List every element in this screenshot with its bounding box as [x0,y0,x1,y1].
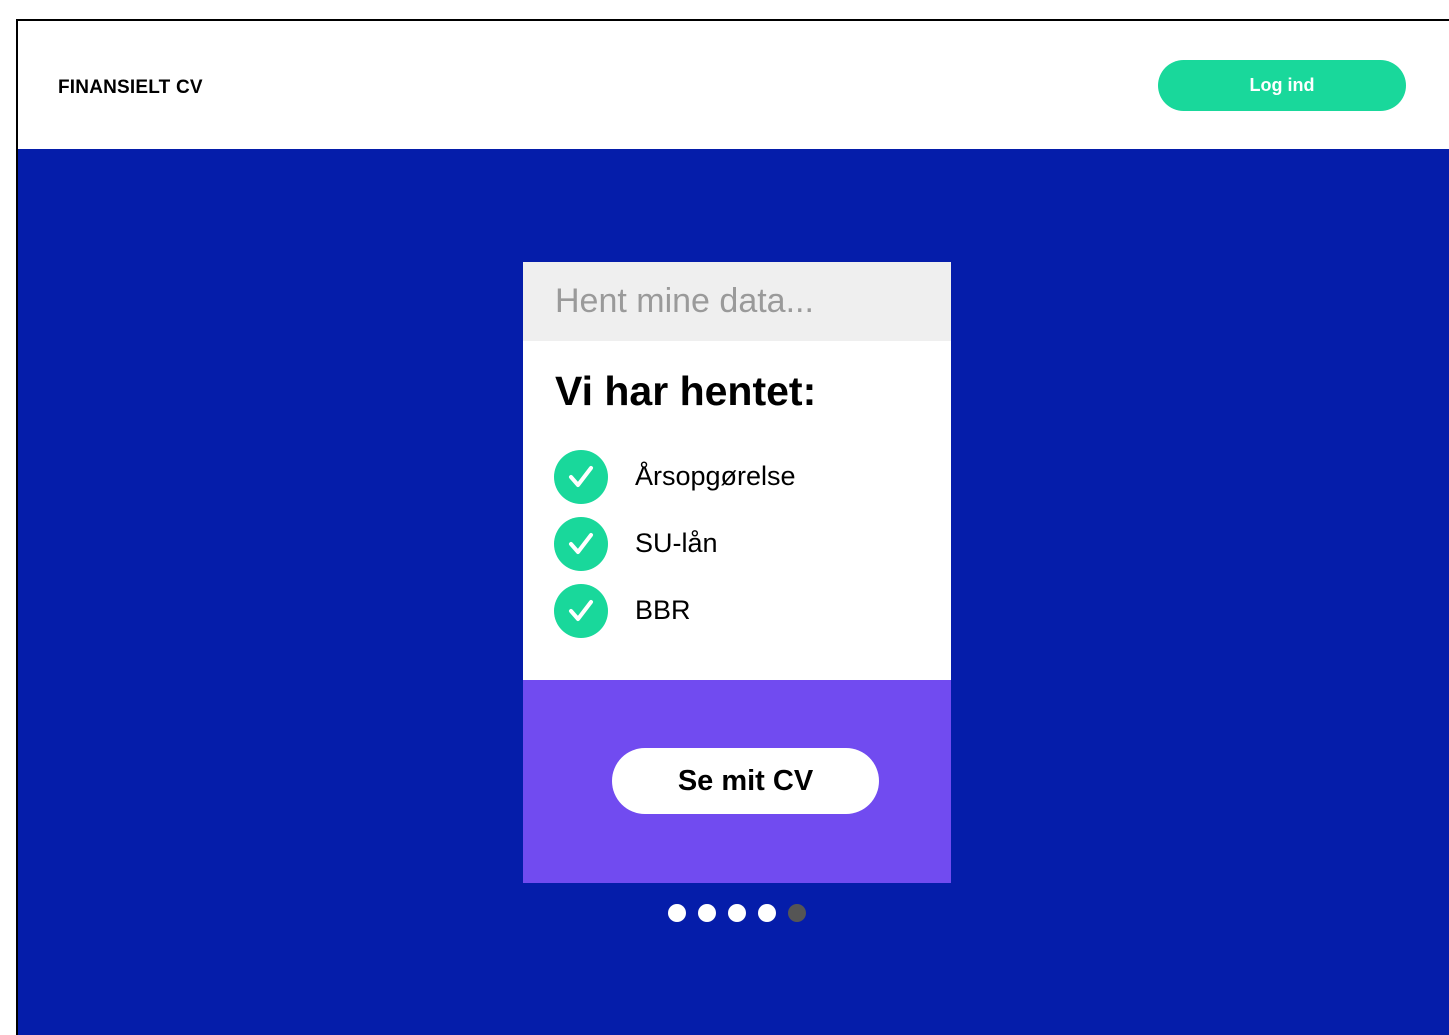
carousel-dot[interactable] [698,904,716,922]
list-item-label: Årsopgørelse [635,461,796,491]
fetched-data-list: Årsopgørelse SU-lån BBR [554,449,796,650]
list-item-label: SU-lån [635,528,718,558]
fetch-status-text: Hent mine data... [555,282,814,320]
carousel-dot[interactable] [728,904,746,922]
see-cv-button[interactable]: Se mit CV [612,748,879,814]
list-item-label: BBR [635,595,691,625]
data-fetch-card: Hent mine data... Vi har hentet: Årsopgø… [523,262,951,883]
carousel-dots [668,904,818,922]
list-item: SU-lån [554,516,796,571]
browser-frame: FINANSIELT CV Log ind Hent mine data... … [16,19,1449,1035]
check-icon [554,583,608,638]
list-item: BBR [554,583,796,638]
check-icon [554,516,608,571]
card-footer: Se mit CV [523,680,951,883]
fetch-status-bar: Hent mine data... [523,262,951,341]
hero-section: Hent mine data... Vi har hentet: Årsopgø… [18,149,1449,1035]
brand-logo[interactable]: FINANSIELT CV [58,77,203,99]
carousel-dot-active[interactable] [788,904,806,922]
list-item: Årsopgørelse [554,449,796,504]
login-button[interactable]: Log ind [1158,60,1406,111]
site-header: FINANSIELT CV Log ind [18,21,1449,149]
card-title: Vi har hentet: [555,368,817,414]
check-icon [554,449,608,504]
carousel-dot[interactable] [668,904,686,922]
carousel-dot[interactable] [758,904,776,922]
